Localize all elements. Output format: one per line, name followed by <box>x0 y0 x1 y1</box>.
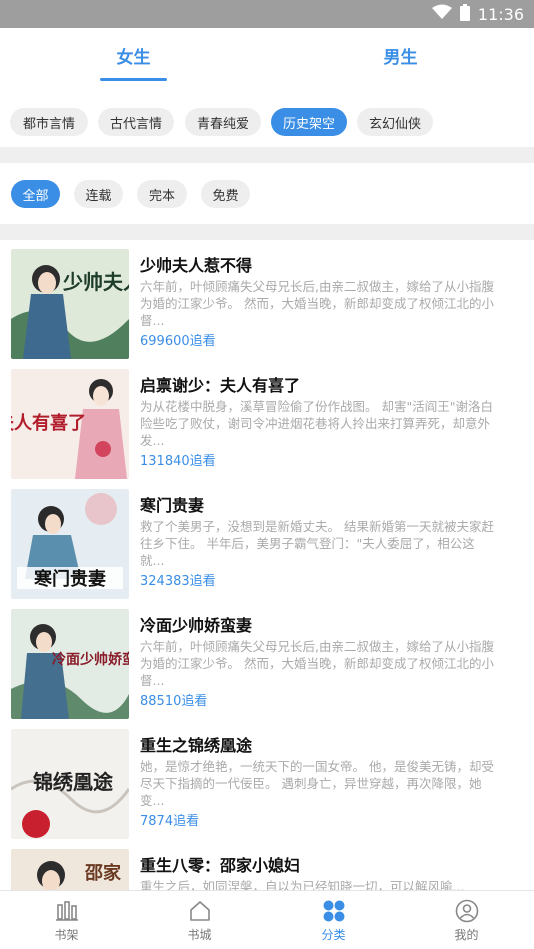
book-item[interactable]: 夫人有喜了 启禀谢少：夫人有喜了 为从花楼中脱身，溪草冒险偷了份作战图。 却害"… <box>0 360 534 480</box>
book-cover[interactable]: 冷面少帅娇蛮妻 <box>11 609 129 719</box>
filter-ongoing[interactable]: 连载 <box>74 180 123 208</box>
filter-free[interactable]: 免费 <box>201 180 250 208</box>
book-description: 重生之后，如同涅槃，自以为已经知晓一切，可以解风喻... <box>140 879 465 890</box>
book-follow-count: 88510追看 <box>140 694 208 709</box>
book-list: 少帅夫人 少帅夫人惹不得 六年前，叶倾顾痛失父母兄长后,由亲二叔做主，嫁给了从小… <box>0 240 534 890</box>
category-chip-gudai[interactable]: 古代言情 <box>98 108 174 136</box>
nav-bookshelf[interactable]: 书架 <box>0 891 133 949</box>
active-tab-indicator <box>100 78 167 81</box>
category-icon <box>323 900 344 921</box>
section-divider <box>0 147 534 163</box>
svg-text:冷面少帅娇蛮妻: 冷面少帅娇蛮妻 <box>52 651 129 668</box>
book-description: 她，是惊才绝艳，一统天下的一国女帝。 他，是俊美无铸，却受尽天下指摘的一代佞臣。… <box>140 759 494 808</box>
nav-label: 我的 <box>454 927 479 942</box>
book-item[interactable]: 冷面少帅娇蛮妻 冷面少帅娇蛮妻 六年前，叶倾顾痛失父母兄长后,由亲二叔做主，嫁给… <box>0 600 534 720</box>
book-cover[interactable]: 少帅夫人 <box>11 249 129 359</box>
book-cover[interactable]: 夫人有喜了 <box>11 369 129 479</box>
book-title: 重生八零：邵家小媳妇 <box>140 856 301 875</box>
nav-label: 书架 <box>54 927 79 942</box>
section-divider <box>0 224 534 240</box>
book-follow-count: 131840追看 <box>140 454 216 469</box>
book-title: 寒门贵妻 <box>140 496 205 515</box>
home-icon <box>189 900 210 921</box>
nav-label: 分类 <box>321 927 346 942</box>
book-title: 冷面少帅娇蛮妻 <box>140 616 253 635</box>
svg-text:夫人有喜了: 夫人有喜了 <box>11 412 86 434</box>
nav-category[interactable]: 分类 <box>267 891 400 949</box>
category-chip-qingchun[interactable]: 青春纯爱 <box>185 108 261 136</box>
bookshelf-icon <box>55 900 78 921</box>
book-item[interactable]: 寒门贵妻 寒门贵妻 救了个美男子，没想到是新婚丈夫。 结果新婚第一天就被夫家赶往… <box>0 480 534 600</box>
gender-tabs: 女生 男生 <box>0 28 534 82</box>
nav-profile[interactable]: 我的 <box>400 891 533 949</box>
book-description: 为从花楼中脱身，溪草冒险偷了份作战图。 却害"活阎王"谢洛白险些吃了败仗，谢司令… <box>140 399 493 448</box>
status-time: 11:36 <box>477 4 524 24</box>
book-title: 少帅夫人惹不得 <box>140 256 253 275</box>
status-bar: 11:36 <box>0 0 534 28</box>
book-cover[interactable]: 锦绣凰途 <box>11 729 129 839</box>
nav-bookstore[interactable]: 书城 <box>133 891 266 949</box>
book-follow-count: 7874追看 <box>140 814 200 829</box>
svg-text:寒门贵妻: 寒门贵妻 <box>33 568 106 590</box>
book-title: 重生之锦绣凰途 <box>140 736 253 755</box>
bottom-navigation: 书架 书城 分类 我的 <box>0 890 534 949</box>
profile-icon <box>455 899 478 922</box>
book-description: 六年前，叶倾顾痛失父母兄长后,由亲二叔做主，嫁给了从小指腹为婚的江家少爷。 然而… <box>140 279 494 328</box>
book-title: 启禀谢少：夫人有喜了 <box>140 376 301 395</box>
nav-label: 书城 <box>187 927 212 942</box>
book-item[interactable]: 邵家 重生八零：邵家小媳妇 重生之后，如同涅槃，自以为已经知晓一切，可以解风喻.… <box>0 840 534 890</box>
svg-text:少帅夫人: 少帅夫人 <box>62 270 129 294</box>
book-description: 救了个美男子，没想到是新婚丈夫。 结果新婚第一天就被夫家赶往乡下住。 半年后，美… <box>140 519 494 568</box>
book-item[interactable]: 锦绣凰途 重生之锦绣凰途 她，是惊才绝艳，一统天下的一国女帝。 他，是俊美无铸，… <box>0 720 534 840</box>
book-cover[interactable]: 寒门贵妻 <box>11 489 129 599</box>
tab-female[interactable]: 女生 <box>0 28 267 82</box>
wifi-icon <box>431 4 452 24</box>
book-description: 六年前，叶倾顾痛失父母兄长后,由亲二叔做主，嫁给了从小指腹为婚的江家少爷。 然而… <box>140 639 494 688</box>
category-chip-xuanhuan[interactable]: 玄幻仙侠 <box>357 108 433 136</box>
category-chip-dushi[interactable]: 都市言情 <box>10 108 88 136</box>
filter-all[interactable]: 全部 <box>11 180 60 208</box>
category-chip-lishi[interactable]: 历史架空 <box>271 108 347 136</box>
filter-completed[interactable]: 完本 <box>137 180 187 208</box>
book-item[interactable]: 少帅夫人 少帅夫人惹不得 六年前，叶倾顾痛失父母兄长后,由亲二叔做主，嫁给了从小… <box>0 240 534 360</box>
book-follow-count: 699600追看 <box>140 334 216 349</box>
battery-icon <box>459 3 470 25</box>
svg-text:邵家: 邵家 <box>84 862 122 884</box>
tab-male[interactable]: 男生 <box>267 28 534 82</box>
book-follow-count: 324383追看 <box>140 574 216 589</box>
svg-text:锦绣凰途: 锦绣凰途 <box>33 770 114 794</box>
book-cover[interactable]: 邵家 <box>11 849 129 890</box>
